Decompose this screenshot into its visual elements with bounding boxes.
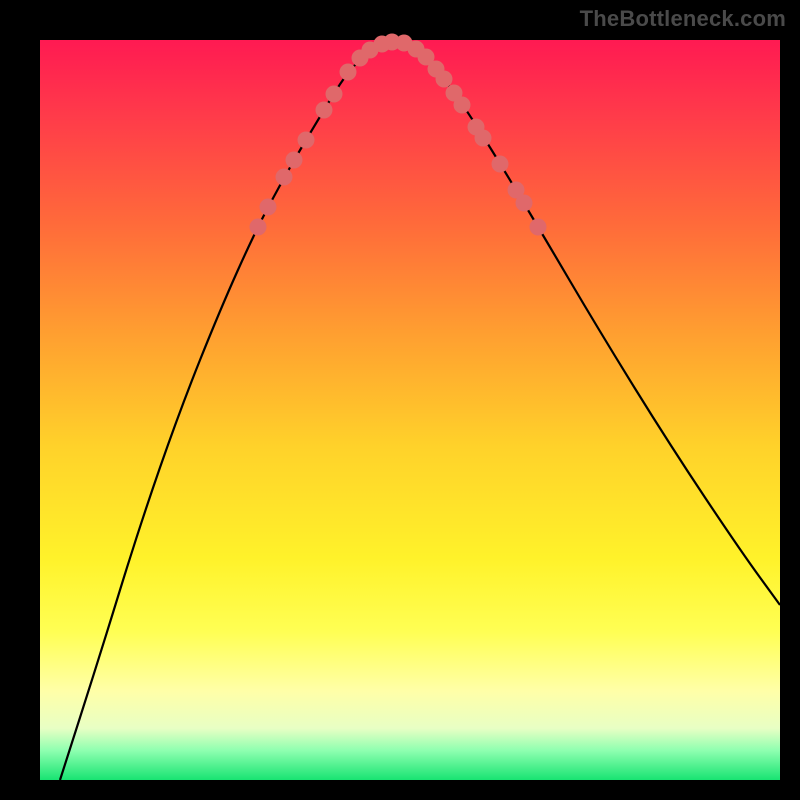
- curve-marker: [436, 71, 453, 88]
- curve-marker: [316, 102, 333, 119]
- curve-marker: [340, 64, 357, 81]
- curve-marker: [492, 156, 509, 173]
- curve-marker: [260, 199, 277, 216]
- curve-svg: [40, 40, 780, 780]
- curve-marker: [286, 152, 303, 169]
- plot-area: [40, 40, 780, 780]
- curve-marker: [250, 219, 267, 236]
- curve-marker: [298, 132, 315, 149]
- chart-frame: TheBottleneck.com: [0, 0, 800, 800]
- watermark-text: TheBottleneck.com: [580, 6, 786, 32]
- curve-marker: [326, 86, 343, 103]
- curve-marker: [276, 169, 293, 186]
- curve-marker: [530, 219, 547, 236]
- curve-marker: [475, 130, 492, 147]
- bottleneck-curve: [60, 42, 780, 780]
- curve-marker: [516, 195, 533, 212]
- curve-marker: [454, 97, 471, 114]
- curve-markers: [250, 34, 547, 236]
